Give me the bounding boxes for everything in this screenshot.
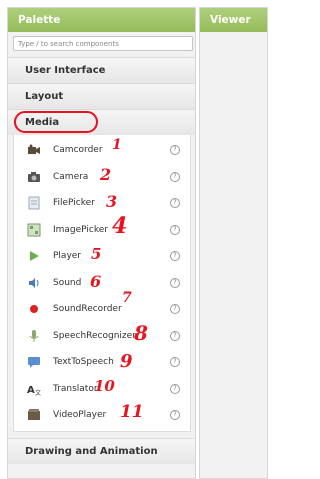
component-label: ImagePicker bbox=[53, 224, 108, 235]
component-label: Sound bbox=[53, 277, 82, 288]
component-label: Translator bbox=[53, 383, 98, 394]
category-media[interactable]: Media bbox=[8, 109, 195, 135]
svg-text:文: 文 bbox=[35, 389, 41, 396]
component-player[interactable]: Player 5 ? bbox=[14, 243, 190, 270]
component-filepicker[interactable]: FilePicker 3 ? bbox=[14, 190, 190, 217]
player-icon bbox=[27, 249, 41, 263]
component-label: Player bbox=[53, 251, 82, 262]
help-icon[interactable]: ? bbox=[170, 277, 180, 288]
component-videoplayer[interactable]: VideoPlayer 11 ? bbox=[14, 402, 190, 429]
component-translator[interactable]: A文 Translator 10 ? bbox=[14, 376, 190, 403]
annotation-number: 8 bbox=[134, 320, 148, 345]
svg-text:A: A bbox=[27, 385, 35, 396]
palette-panel: Palette User Interface Layout Media Camc… bbox=[7, 7, 196, 479]
help-icon[interactable]: ? bbox=[170, 224, 180, 235]
help-icon[interactable]: ? bbox=[170, 171, 180, 182]
component-label: SoundRecorder bbox=[53, 304, 122, 315]
annotation-number: 11 bbox=[120, 402, 144, 422]
viewer-panel: Viewer bbox=[199, 7, 268, 479]
video-player-icon bbox=[27, 408, 41, 422]
translator-icon: A文 bbox=[27, 382, 41, 397]
component-speechrecognizer[interactable]: SpeechRecognizer 8 ? bbox=[14, 320, 190, 350]
component-label: FilePicker bbox=[53, 198, 95, 209]
component-label: Camera bbox=[53, 171, 89, 182]
palette-title: Palette bbox=[8, 8, 195, 32]
component-label: TextToSpeech bbox=[53, 357, 114, 368]
help-icon[interactable]: ? bbox=[170, 145, 180, 156]
component-camera[interactable]: Camera 2 ? bbox=[14, 164, 190, 191]
component-texttospeech[interactable]: TextToSpeech 9 ? bbox=[14, 349, 190, 376]
help-icon[interactable]: ? bbox=[170, 410, 180, 421]
help-icon[interactable]: ? bbox=[170, 198, 180, 209]
annotation-number: 2 bbox=[100, 164, 112, 184]
camcorder-icon bbox=[27, 143, 41, 157]
annotation-number: 6 bbox=[90, 271, 102, 291]
help-icon[interactable]: ? bbox=[170, 251, 180, 262]
annotation-number: 3 bbox=[106, 192, 118, 211]
component-imagepicker[interactable]: ImagePicker 4 ? bbox=[14, 213, 190, 244]
file-picker-icon bbox=[27, 196, 41, 210]
category-user-interface[interactable]: User Interface bbox=[8, 57, 195, 83]
component-search-input[interactable] bbox=[13, 36, 193, 51]
category-drawing-and-animation[interactable]: Drawing and Animation bbox=[8, 438, 195, 464]
help-icon[interactable]: ? bbox=[170, 330, 180, 341]
camera-icon bbox=[27, 170, 41, 184]
text-to-speech-icon bbox=[27, 355, 41, 369]
component-label: VideoPlayer bbox=[53, 410, 107, 421]
annotation-number: 5 bbox=[91, 245, 102, 263]
annotation-number: 1 bbox=[112, 137, 122, 153]
viewer-title: Viewer bbox=[200, 8, 267, 32]
component-sound[interactable]: Sound 6 ? bbox=[14, 270, 190, 297]
component-soundrecorder[interactable]: SoundRecorder 7 ? bbox=[14, 290, 190, 323]
sound-recorder-icon bbox=[27, 302, 41, 316]
component-label: Camcorder bbox=[53, 145, 103, 156]
image-picker-icon bbox=[27, 223, 41, 237]
help-icon[interactable]: ? bbox=[170, 304, 180, 315]
annotation-number: 9 bbox=[120, 351, 133, 372]
component-label: SpeechRecognizer bbox=[53, 330, 136, 341]
annotation-circle bbox=[14, 111, 98, 133]
annotation-number: 4 bbox=[112, 212, 128, 239]
media-component-list: Camcorder 1 ? Camera 2 ? FilePicker 3 ? bbox=[13, 135, 191, 432]
component-camcorder[interactable]: Camcorder 1 ? bbox=[14, 137, 190, 164]
help-icon[interactable]: ? bbox=[170, 383, 180, 394]
category-layout[interactable]: Layout bbox=[8, 83, 195, 109]
sound-icon bbox=[27, 276, 41, 290]
help-icon[interactable]: ? bbox=[170, 357, 180, 368]
speech-recognizer-icon bbox=[27, 329, 41, 343]
